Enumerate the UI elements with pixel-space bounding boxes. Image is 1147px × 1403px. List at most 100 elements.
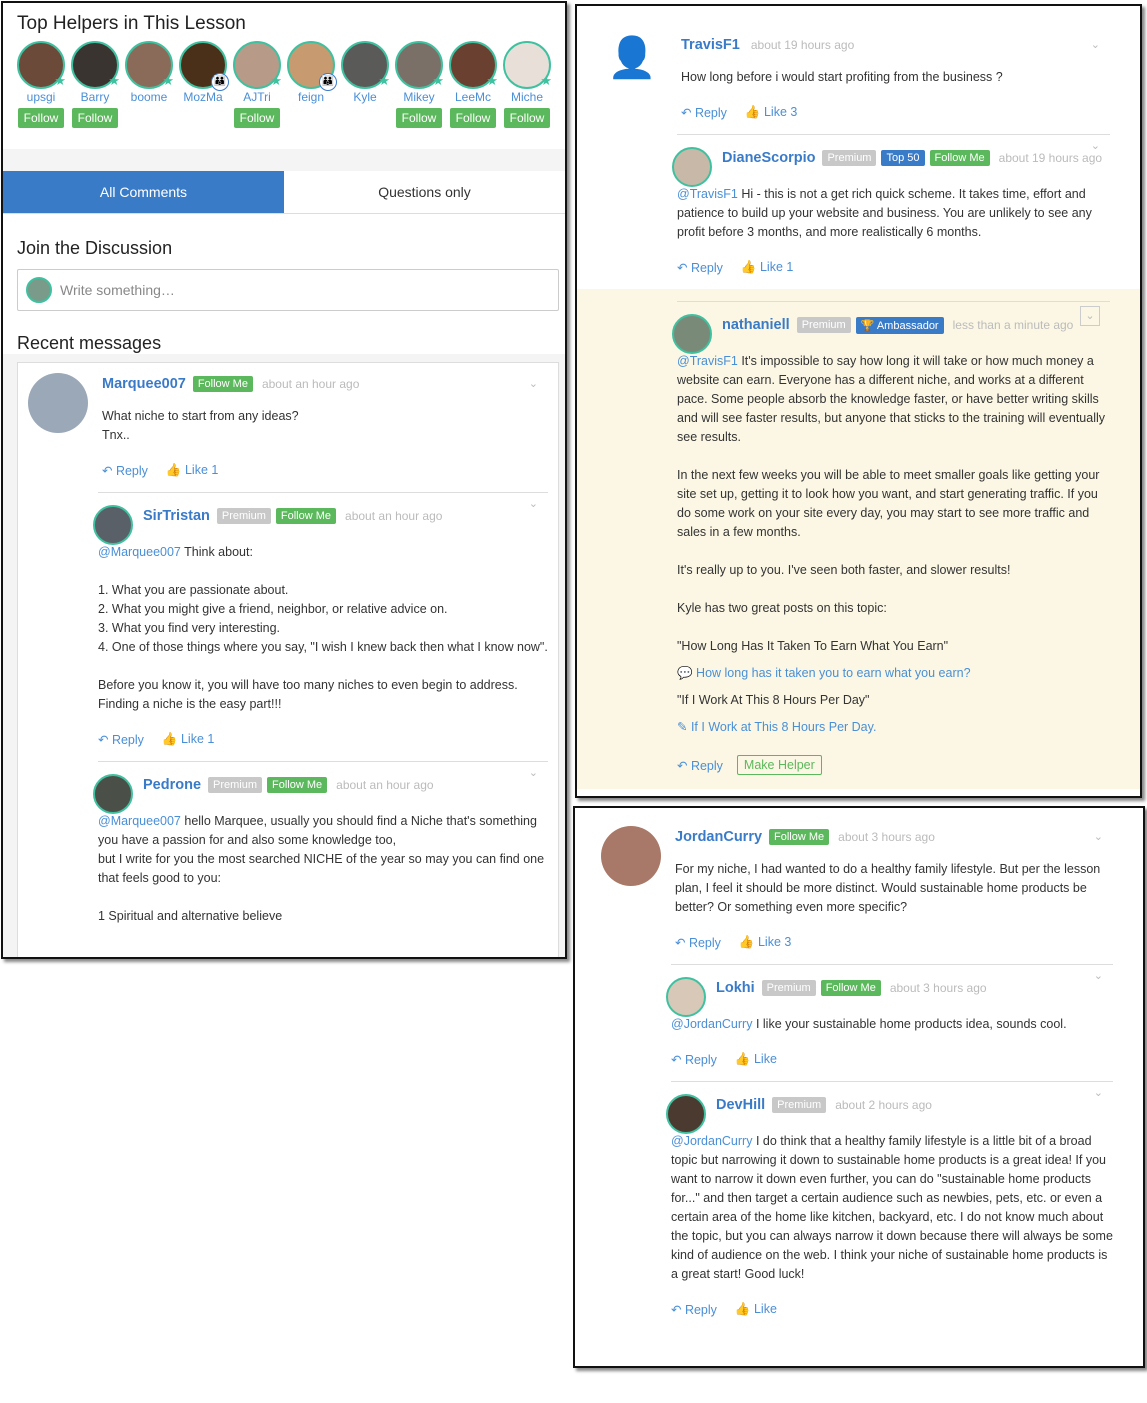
helper-name[interactable]: Kyle	[341, 90, 389, 104]
like-button[interactable]: 👍 Like 3	[739, 935, 791, 950]
like-button[interactable]: 👍 Like 1	[741, 260, 793, 275]
avatar[interactable]: 👪	[287, 41, 337, 91]
mention-link[interactable]: @JordanCurry	[671, 1017, 752, 1031]
username-link[interactable]: Marquee007	[102, 376, 186, 392]
like-button[interactable]: 👍 Like 1	[162, 732, 214, 747]
helper-name[interactable]: feign	[287, 90, 335, 104]
avatar[interactable]	[28, 373, 88, 433]
avatar[interactable]	[601, 826, 661, 886]
chevron-down-icon[interactable]: ⌄	[1091, 139, 1100, 152]
avatar[interactable]: ★	[71, 41, 120, 89]
link-text[interactable]: If I Work at This 8 Hours Per Day.	[691, 720, 876, 734]
reply-button[interactable]: ↶ Reply	[675, 935, 721, 950]
helper-name[interactable]: Miche	[503, 90, 551, 104]
like-button[interactable]: 👍 Like	[735, 1052, 777, 1067]
like-button[interactable]: 👍 Like 1	[166, 463, 218, 478]
follow-badge[interactable]: Follow Me	[275, 508, 337, 524]
username-link[interactable]: TravisF1	[681, 37, 740, 53]
helper-item[interactable]: ★ boome	[125, 41, 174, 128]
follow-badge[interactable]: Follow Me	[192, 376, 253, 392]
reply-button[interactable]: ↶ Reply	[671, 1302, 717, 1317]
helper-name[interactable]: LeeMc	[449, 90, 497, 104]
tab-questions-only[interactable]: Questions only	[284, 171, 565, 213]
thumbs-up-icon: 👍	[734, 1302, 754, 1316]
reply-button[interactable]: ↶ Reply	[681, 105, 727, 120]
helper-item[interactable]: ★ Kyle	[341, 41, 390, 128]
comment-input[interactable]: Write something…	[17, 269, 559, 311]
avatar[interactable]	[672, 147, 712, 187]
username-link[interactable]: nathaniell	[722, 317, 790, 333]
make-helper-button[interactable]: Make Helper	[736, 755, 822, 775]
helper-name[interactable]: AJTri	[233, 90, 281, 104]
follow-badge[interactable]: Follow Me	[929, 150, 990, 166]
follow-badge[interactable]: Follow Me	[267, 777, 328, 793]
helper-item[interactable]: ★ upsgi Follow	[17, 41, 66, 128]
helper-item[interactable]: ★ Mikey Follow	[395, 41, 444, 128]
username-link[interactable]: JordanCurry	[675, 829, 762, 845]
follow-button[interactable]: Follow	[233, 108, 281, 128]
helper-item[interactable]: ★ Barry Follow	[71, 41, 120, 128]
chevron-down-icon[interactable]: ⌄	[1094, 830, 1103, 843]
helper-name[interactable]: Mikey	[395, 90, 443, 104]
mention-link[interactable]: @JordanCurry	[671, 1134, 752, 1148]
avatar[interactable]	[93, 774, 133, 814]
like-button[interactable]: 👍 Like	[735, 1302, 777, 1317]
chevron-down-icon[interactable]: ⌄	[1094, 969, 1103, 982]
follow-button[interactable]: Follow	[449, 108, 497, 128]
helper-name[interactable]: boome	[125, 90, 173, 104]
mention-link[interactable]: @TravisF1	[677, 187, 738, 201]
username-link[interactable]: SirTristan	[143, 508, 210, 524]
avatar[interactable]: ★	[125, 41, 174, 89]
helper-name[interactable]: Barry	[71, 90, 119, 104]
avatar[interactable]: ★	[395, 41, 444, 89]
reply-button[interactable]: ↶ Reply	[677, 758, 723, 773]
chevron-down-icon[interactable]: ⌄	[529, 497, 538, 510]
chevron-down-icon[interactable]: ⌄	[529, 377, 538, 390]
helper-name[interactable]: MozMa	[179, 90, 227, 104]
chevron-down-icon[interactable]: ⌄	[529, 766, 538, 779]
avatar[interactable]: 👤	[607, 34, 667, 94]
helper-item[interactable]: ★ AJTri Follow	[233, 41, 282, 128]
helper-item[interactable]: ★ Miche Follow	[503, 41, 552, 128]
avatar[interactable]: ★	[233, 41, 282, 89]
follow-button[interactable]: Follow	[17, 108, 65, 128]
follow-button[interactable]: Follow	[71, 108, 119, 128]
helper-item[interactable]: 👪 feign	[287, 41, 337, 128]
follow-button[interactable]: Follow	[503, 108, 551, 128]
link-text[interactable]: How long has it taken you to earn what y…	[696, 666, 970, 680]
helper-item[interactable]: 👪 MozMa	[179, 41, 229, 128]
avatar[interactable]: ★	[449, 41, 498, 89]
avatar[interactable]: ★	[17, 41, 66, 89]
comment-actions: ↶ Reply 👍 Like 1	[677, 260, 1110, 275]
chevron-down-icon[interactable]: ⌄	[1080, 306, 1100, 326]
tab-all-comments[interactable]: All Comments	[3, 171, 284, 213]
post-link[interactable]: ✎ If I Work at This 8 Hours Per Day.	[677, 718, 1110, 737]
post-link[interactable]: 💬 How long has it taken you to earn what…	[677, 664, 1110, 683]
reply-button[interactable]: ↶ Reply	[98, 732, 144, 747]
reply-button[interactable]: ↶ Reply	[102, 463, 148, 478]
avatar[interactable]	[93, 505, 133, 545]
reply-button[interactable]: ↶ Reply	[671, 1052, 717, 1067]
chevron-down-icon[interactable]: ⌄	[1091, 38, 1100, 51]
username-link[interactable]: Pedrone	[143, 777, 201, 793]
avatar[interactable]	[666, 977, 706, 1017]
helper-name[interactable]: upsgi	[17, 90, 65, 104]
follow-badge[interactable]: Follow Me	[769, 829, 830, 845]
reply-button[interactable]: ↶ Reply	[677, 260, 723, 275]
avatar[interactable]	[672, 314, 712, 354]
username-link[interactable]: DevHill	[716, 1097, 765, 1113]
follow-button[interactable]: Follow	[395, 108, 443, 128]
chevron-down-icon[interactable]: ⌄	[1094, 1086, 1103, 1099]
helper-item[interactable]: ★ LeeMc Follow	[449, 41, 498, 128]
like-button[interactable]: 👍 Like 3	[745, 105, 797, 120]
mention-link[interactable]: @Marquee007	[98, 814, 181, 828]
mention-link[interactable]: @Marquee007	[98, 545, 181, 559]
avatar[interactable]	[666, 1094, 706, 1134]
username-link[interactable]: Lokhi	[716, 980, 755, 996]
avatar[interactable]: 👪	[179, 41, 229, 91]
avatar[interactable]: ★	[503, 41, 552, 89]
follow-badge[interactable]: Follow Me	[820, 980, 881, 996]
avatar[interactable]: ★	[341, 41, 390, 89]
mention-link[interactable]: @TravisF1	[677, 354, 738, 368]
username-link[interactable]: DianeScorpio	[722, 150, 815, 166]
